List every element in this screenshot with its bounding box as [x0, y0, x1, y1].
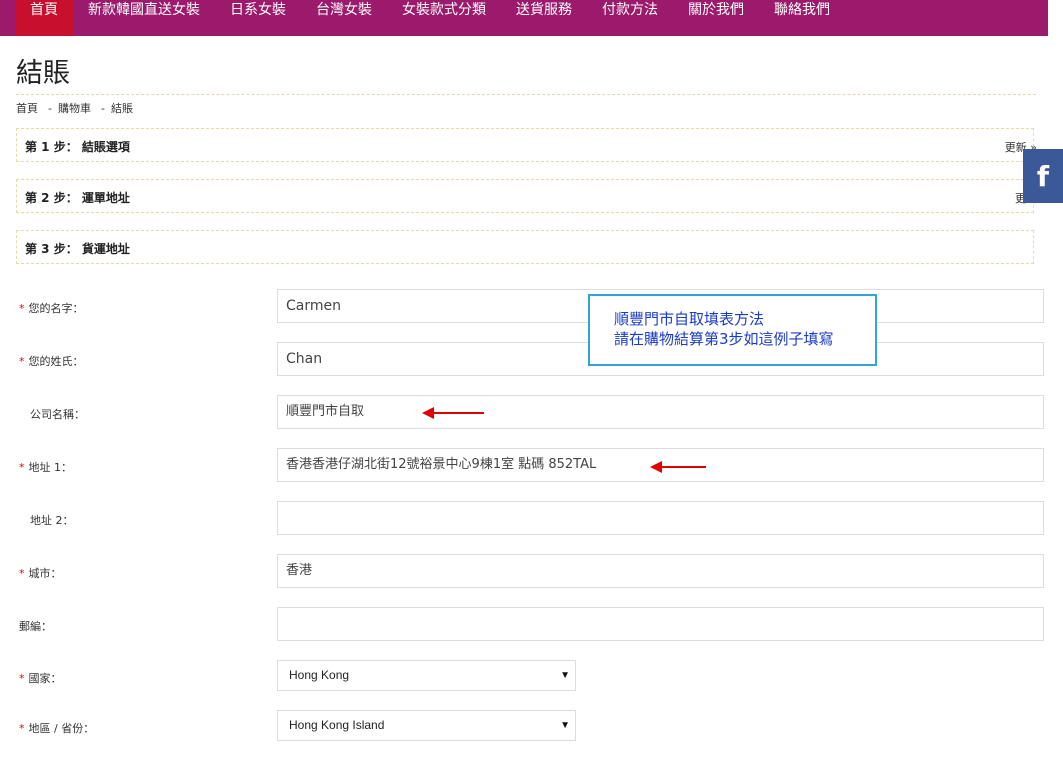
company-input[interactable]: 順豐門市自取: [277, 395, 1044, 429]
address1-label: * 地址 1：: [19, 459, 72, 475]
postcode-input[interactable]: [277, 607, 1044, 641]
region-label: * 地區 / 省份：: [19, 720, 94, 736]
breadcrumb-separator: -: [48, 102, 52, 115]
required-mark: *: [19, 461, 25, 474]
step-3-title: 第 3 步： 貨運地址: [25, 242, 130, 256]
last-name-label: * 您的姓氏：: [19, 353, 84, 369]
instruction-note-line-2: 請在購物結算第3步如這例子填寫: [614, 330, 834, 348]
nav-item-taiwan-fashion[interactable]: 台灣女裝: [301, 0, 387, 36]
step-2-title: 第 2 步： 運單地址: [25, 191, 130, 205]
nav-item-payment[interactable]: 付款方法: [587, 0, 673, 36]
city-label: * 城市：: [19, 565, 62, 581]
title-divider: [16, 94, 1036, 95]
city-label-text: 城市：: [28, 567, 62, 580]
address2-input[interactable]: [277, 501, 1044, 535]
breadcrumb-checkout[interactable]: 結賬: [111, 102, 133, 115]
chevron-down-icon: ▼: [560, 720, 570, 731]
company-label: 公司名稱：: [30, 408, 85, 421]
last-name-label-text: 您的姓氏：: [28, 355, 84, 368]
address2-label: 地址 2：: [30, 514, 74, 527]
facebook-button[interactable]: f: [1023, 149, 1063, 203]
main-nav: 首頁 新款韓國直送女裝 日系女裝 台灣女裝 女裝款式分類 送貨服務 付款方法 關…: [0, 0, 1048, 36]
country-selected-value: Hong Kong: [289, 668, 350, 682]
breadcrumb: 首頁 - 購物車 - 結賬: [16, 100, 137, 116]
nav-item-korean-fashion[interactable]: 新款韓國直送女裝: [73, 0, 215, 36]
step-1-panel[interactable]: 第 1 步： 結賬選項 更新 »: [16, 128, 1037, 162]
nav-item-japanese-fashion[interactable]: 日系女裝: [215, 0, 301, 36]
first-name-label-text: 您的名字：: [28, 302, 84, 315]
instruction-note-line-1: 順豐門市自取填表方法: [614, 310, 765, 328]
region-select[interactable]: Hong Kong Island ▼: [277, 710, 576, 741]
step-3-panel: 第 3 步： 貨運地址: [16, 230, 1034, 264]
arrow-left-icon: [650, 461, 706, 473]
breadcrumb-home[interactable]: 首頁: [16, 102, 38, 115]
facebook-icon: f: [1036, 159, 1050, 193]
required-mark: *: [19, 302, 25, 315]
required-mark: *: [19, 355, 25, 368]
nav-item-home[interactable]: 首頁: [15, 0, 73, 36]
step-1-title: 第 1 步： 結賬選項: [25, 140, 130, 154]
country-label: * 國家：: [19, 670, 62, 686]
country-label-text: 國家：: [28, 672, 62, 685]
chevron-down-icon: ▼: [560, 670, 570, 681]
nav-item-categories[interactable]: 女裝款式分類: [387, 0, 501, 36]
country-select[interactable]: Hong Kong ▼: [277, 660, 576, 691]
breadcrumb-cart[interactable]: 購物車: [58, 102, 91, 115]
nav-item-contact[interactable]: 聯絡我們: [759, 0, 845, 36]
required-mark: *: [19, 672, 25, 685]
region-selected-value: Hong Kong Island: [289, 718, 385, 732]
address1-label-text: 地址 1：: [28, 461, 73, 474]
city-input[interactable]: 香港: [277, 554, 1044, 588]
breadcrumb-separator: -: [100, 102, 105, 115]
required-mark: *: [19, 722, 25, 735]
region-label-text: 地區 / 省份：: [28, 722, 95, 735]
page-title: 結賬: [16, 58, 70, 89]
instruction-note: 順豐門市自取填表方法 請在購物結算第3步如這例子填寫: [588, 294, 877, 366]
nav-item-delivery[interactable]: 送貨服務: [501, 0, 587, 36]
first-name-label: * 您的名字：: [19, 300, 84, 316]
nav-item-about[interactable]: 關於我們: [673, 0, 759, 36]
required-mark: *: [19, 567, 25, 580]
step-2-panel[interactable]: 第 2 步： 運單地址 更新: [16, 179, 1037, 213]
arrow-left-icon: [422, 407, 484, 419]
postcode-label: 郵編：: [19, 620, 52, 633]
